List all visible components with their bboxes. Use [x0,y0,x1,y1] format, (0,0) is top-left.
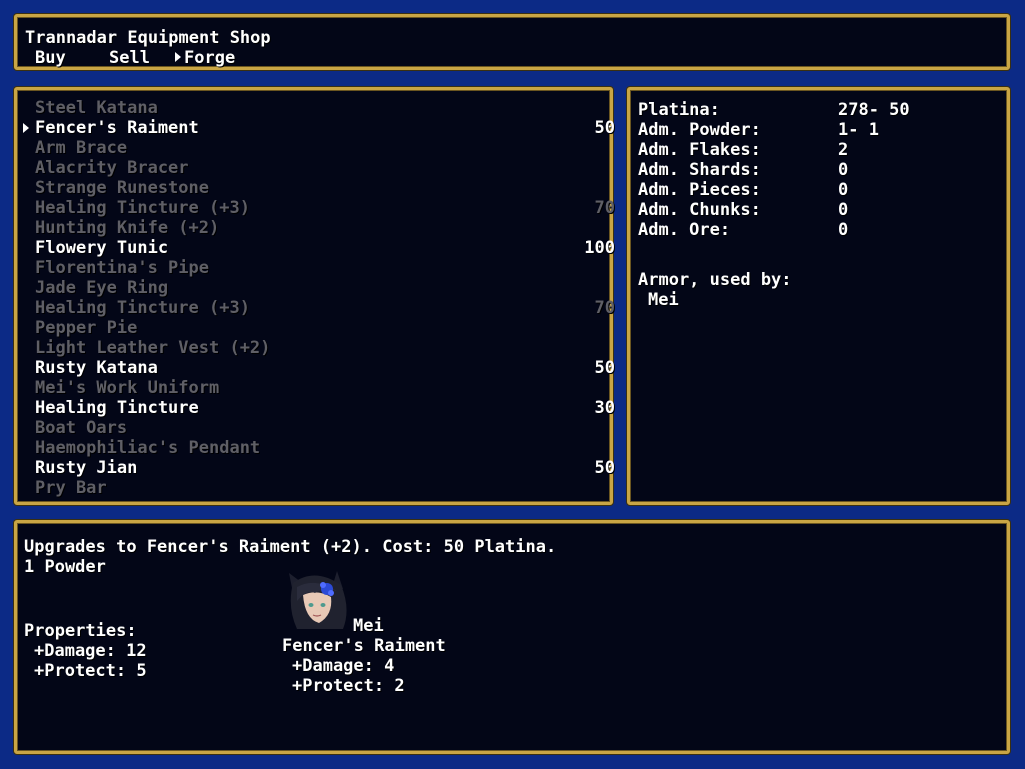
material-label: Adm. Ore: [638,220,731,240]
item-row[interactable]: Rusty Jian 50 [35,458,621,478]
material-label: Adm. Shards: [638,160,761,180]
usage-user: Mei [648,290,679,310]
item-row[interactable]: Mei's Work Uniform [35,378,621,398]
item-price: 70 [594,298,615,318]
item-row[interactable]: Steel Katana [35,98,621,118]
item-row[interactable]: Alacrity Bracer [35,158,621,178]
material-value: 1- 1 [838,120,879,140]
item-name: Healing Tincture (+3) [35,298,250,318]
item-name: Hunting Knife (+2) [35,218,220,238]
item-name: Rusty Jian [35,458,138,478]
material-label: Adm. Pieces: [638,180,761,200]
tab-buy[interactable]: Buy [35,48,66,68]
item-row[interactable]: Jade Eye Ring [35,278,621,298]
material-value: 278- 50 [838,100,910,120]
item-row[interactable]: Healing Tincture (+3) 70 [35,198,621,218]
item-name: Pry Bar [35,478,107,498]
item-name: Healing Tincture [35,398,199,418]
character-name: Mei [353,616,384,636]
usage-label: Armor, used by: [638,270,792,290]
tab-forge[interactable]: Forge [184,48,235,68]
mei-portrait-icon [289,571,347,629]
item-name: Light Leather Vest (+2) [35,338,271,358]
item-price: 30 [594,398,615,418]
item-name: Steel Katana [35,98,158,118]
character-equipped: Fencer's Raiment [282,636,446,656]
item-row[interactable]: Pepper Pie [35,318,621,338]
material-label: Adm. Powder: [638,120,761,140]
item-price: 50 [594,118,615,138]
description-window: Upgrades to Fencer's Raiment (+2). Cost:… [14,520,1010,754]
item-row[interactable]: Rusty Katana 50 [35,358,621,378]
item-name: Jade Eye Ring [35,278,169,298]
material-label: Adm. Flakes: [638,140,761,160]
description-line-1: Upgrades to Fencer's Raiment (+2). Cost:… [24,537,557,557]
item-row[interactable]: Hunting Knife (+2) [35,218,621,238]
material-value: 0 [838,200,849,220]
material-value: 0 [838,180,849,200]
item-row[interactable]: Flowery Tunic 100 [35,238,621,258]
item-row[interactable]: Healing Tincture (+3) 70 [35,298,621,318]
material-value: 2 [838,140,849,160]
item-list-window: Steel Katana Fencer's Raiment 50 Arm Brace A… [14,87,615,505]
material-label: Platina: [638,100,720,120]
material-label: Adm. Chunks: [638,200,761,220]
item-row[interactable]: Boat Oars [35,418,621,438]
item-name: Arm Brace [35,138,128,158]
property-protect: +Protect: 5 [34,661,147,681]
item-name: Pepper Pie [35,318,138,338]
item-row[interactable]: Florentina's Pipe [35,258,621,278]
item-name: Fencer's Raiment [35,118,199,138]
description-line-2: 1 Powder [24,557,106,577]
item-row[interactable]: Pry Bar [35,478,621,498]
item-name: Strange Runestone [35,178,209,198]
item-name: Rusty Katana [35,358,158,378]
character-stat-protect: +Protect: 2 [292,676,405,696]
tab-cursor-icon [175,52,181,62]
shop-title: Trannadar Equipment Shop [25,28,271,48]
item-row[interactable]: Light Leather Vest (+2) [35,338,621,358]
tab-sell[interactable]: Sell [109,48,150,68]
item-row[interactable]: Healing Tincture 30 [35,398,621,418]
property-damage: +Damage: 12 [34,641,147,661]
item-price: 50 [594,458,615,478]
item-price: 100 [584,238,615,258]
item-name: Alacrity Bracer [35,158,189,178]
item-name: Boat Oars [35,418,128,438]
item-row[interactable]: Arm Brace [35,138,621,158]
item-row[interactable]: Fencer's Raiment 50 [23,118,621,138]
item-name: Healing Tincture (+3) [35,198,250,218]
item-name: Mei's Work Uniform [35,378,220,398]
character-stat-damage: +Damage: 4 [292,656,395,676]
item-row[interactable]: Strange Runestone [35,178,621,198]
shop-header-window: Trannadar Equipment Shop Buy Sell Forge [14,14,1010,70]
item-name: Haemophiliac's Pendant [35,438,261,458]
item-price: 50 [594,358,615,378]
material-value: 0 [838,220,849,240]
materials-window: Platina: 278- 50 Adm. Powder: 1- 1 Adm. Flak… [627,87,1010,505]
item-name: Flowery Tunic [35,238,169,258]
selection-cursor-icon [23,123,29,133]
item-name: Florentina's Pipe [35,258,209,278]
item-price: 70 [594,198,615,218]
properties-label: Properties: [24,621,137,641]
item-row[interactable]: Haemophiliac's Pendant [35,438,621,458]
material-value: 0 [838,160,849,180]
